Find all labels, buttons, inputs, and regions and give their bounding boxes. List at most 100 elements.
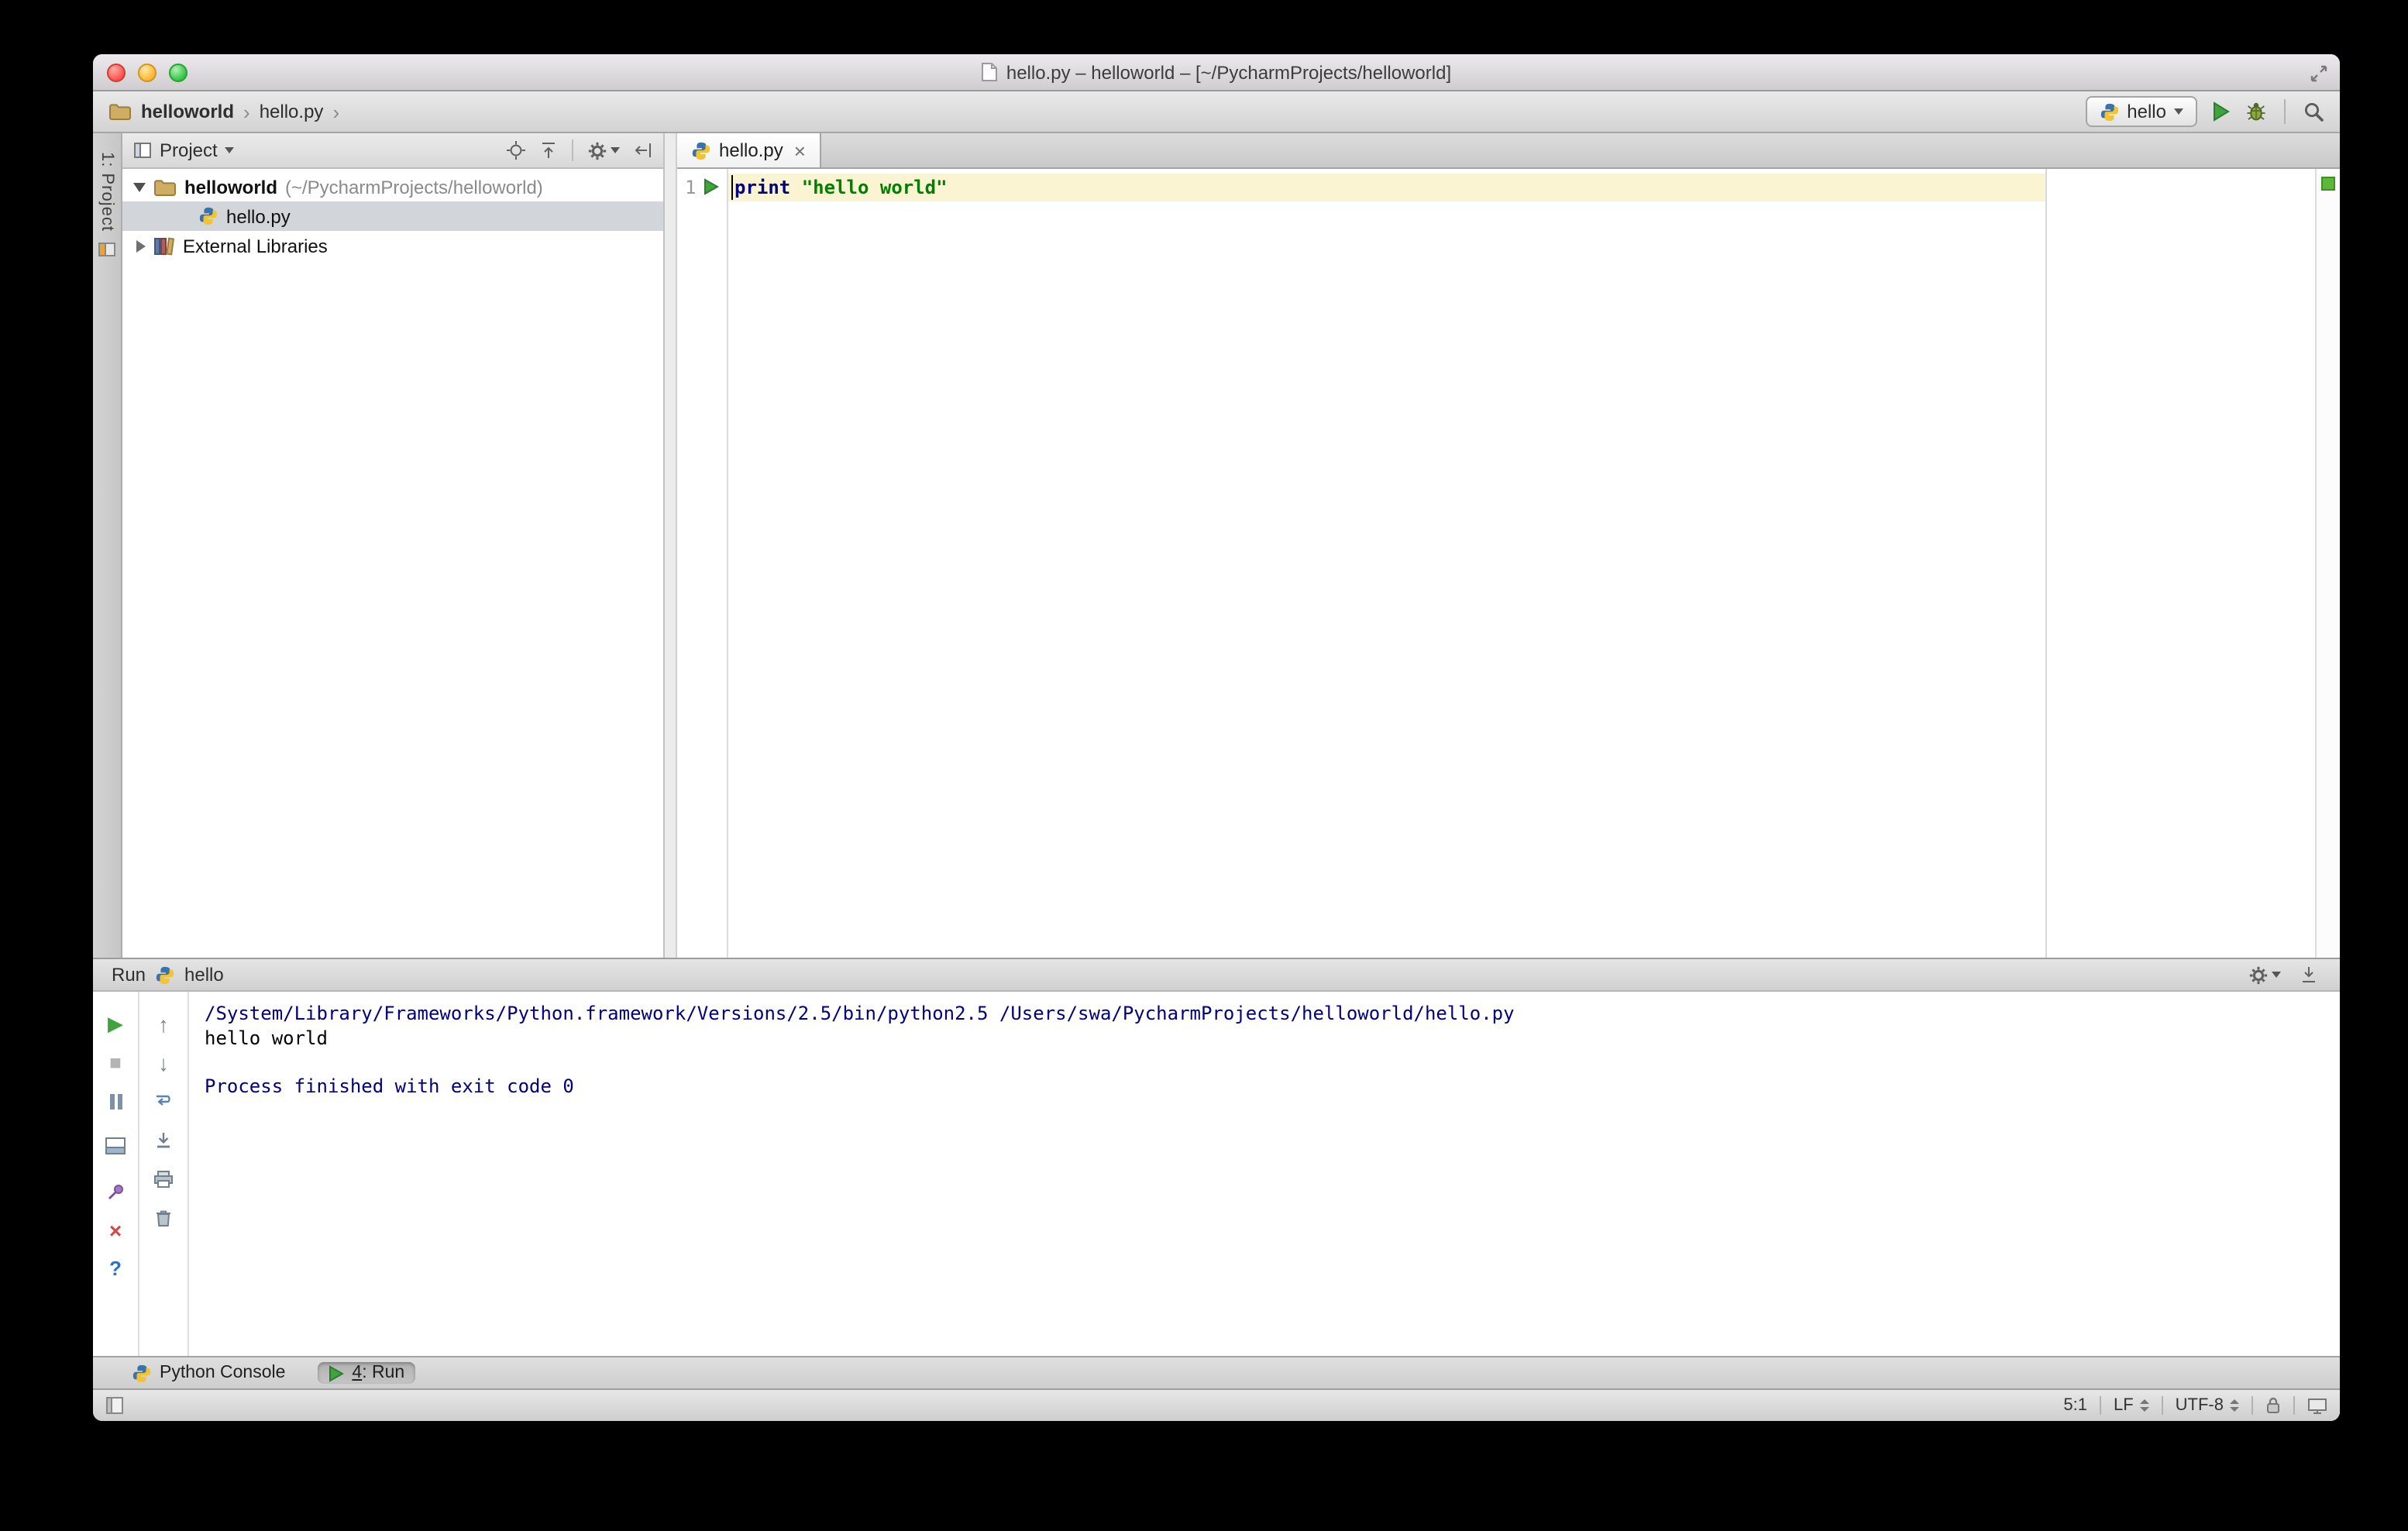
scroll-to-end-button[interactable] xyxy=(139,1120,187,1159)
status-bar-widgets: 5:1 LF UTF-8 xyxy=(2063,1396,2327,1415)
folder-icon xyxy=(108,102,132,121)
up-stack-trace-button[interactable]: ↑ xyxy=(139,1004,187,1043)
collapse-all-icon[interactable] xyxy=(539,141,558,160)
status-bar: 5:1 LF UTF-8 xyxy=(93,1388,2340,1421)
pause-icon xyxy=(109,1093,122,1109)
zoom-window-button[interactable] xyxy=(169,64,187,82)
tree-row-hello-py[interactable]: hello.py xyxy=(122,201,663,231)
python-icon xyxy=(156,965,174,984)
chevron-right-icon[interactable] xyxy=(136,239,146,252)
python-file-icon xyxy=(692,141,710,160)
breadcrumb-item-helloworld[interactable]: helloworld xyxy=(141,101,234,122)
editor-gutter: 1 xyxy=(677,169,728,958)
python-icon xyxy=(132,1364,151,1382)
rerun-button[interactable]: ▶ xyxy=(93,1004,138,1043)
soft-wrap-icon xyxy=(153,1092,174,1110)
run-tool-window-button[interactable]: 4: Run xyxy=(318,1362,416,1384)
toolwindow-toggle-icon[interactable] xyxy=(105,1396,124,1415)
console-line: Process finished with exit code 0 xyxy=(205,1075,574,1096)
inspection-ok-indicator[interactable] xyxy=(2321,177,2335,191)
caret-position-widget[interactable]: 5:1 xyxy=(2063,1396,2087,1415)
run-line-marker-icon[interactable] xyxy=(703,178,719,195)
tool-window-bar: Python Console 4: Run xyxy=(93,1356,2340,1388)
navigation-bar: helloworld › hello.py › hello xyxy=(93,91,2340,133)
lock-icon[interactable] xyxy=(2265,1396,2281,1415)
restore-layout-button[interactable] xyxy=(93,1127,138,1165)
inspection-marker-bar[interactable] xyxy=(2315,169,2340,958)
fullscreen-icon[interactable] xyxy=(2309,64,2329,84)
search-icon[interactable] xyxy=(2303,101,2324,122)
tool-window-button-project[interactable]: 1: Project xyxy=(98,152,116,232)
library-icon xyxy=(153,236,175,255)
main-area: 1: Project Project helloworld (~/Pycharm… xyxy=(93,133,2340,958)
tree-row-external-libraries[interactable]: External Libraries xyxy=(122,231,663,260)
stop-button[interactable]: ■ xyxy=(93,1043,138,1082)
help-button[interactable]: ? xyxy=(93,1249,138,1288)
pin-icon xyxy=(106,1182,125,1200)
text-cursor xyxy=(731,175,733,200)
run-config-name: hello xyxy=(184,964,224,986)
tree-item-label: hello.py xyxy=(226,205,291,227)
breadcrumb: helloworld › hello.py › xyxy=(108,101,339,122)
window-title: hello.py – helloworld – [~/PycharmProjec… xyxy=(982,61,1451,83)
hide-panel-icon[interactable] xyxy=(634,141,652,160)
traffic-lights xyxy=(107,64,187,82)
chevron-down-icon xyxy=(611,147,620,153)
run-panel-header: Run hello xyxy=(93,958,2340,992)
restore-layout-icon xyxy=(105,1137,126,1154)
breadcrumb-item-hello-py[interactable]: hello.py xyxy=(260,101,324,122)
line-number: 1 xyxy=(685,177,697,198)
hide-panel-icon[interactable] xyxy=(2300,965,2318,984)
project-panel: Project helloworld (~/PycharmProjects/he… xyxy=(122,133,665,958)
pin-tab-button[interactable] xyxy=(93,1171,138,1210)
debug-button[interactable] xyxy=(2245,101,2267,122)
tab-hello-py[interactable]: hello.py × xyxy=(677,133,821,167)
locate-file-icon[interactable] xyxy=(507,141,525,160)
window-title-text: hello.py – helloworld – [~/PycharmProjec… xyxy=(1006,61,1452,83)
console-line: /System/Library/Frameworks/Python.framew… xyxy=(205,1003,1515,1024)
print-button[interactable] xyxy=(139,1159,187,1198)
status-divider xyxy=(2293,1396,2295,1415)
python-console-button[interactable]: Python Console xyxy=(121,1361,296,1385)
python-file-icon xyxy=(199,207,218,225)
close-window-button[interactable] xyxy=(107,64,126,82)
project-view-icon xyxy=(133,141,152,160)
close-panel-button[interactable]: × xyxy=(93,1210,138,1249)
monitor-icon[interactable] xyxy=(2307,1397,2327,1414)
run-settings-menu[interactable] xyxy=(2248,965,2281,985)
encoding-widget[interactable]: UTF-8 xyxy=(2176,1396,2239,1415)
project-panel-toolbar xyxy=(507,139,652,161)
project-tree: helloworld (~/PycharmProjects/helloworld… xyxy=(122,169,663,958)
run-header-actions xyxy=(2248,965,2321,985)
run-toolbar-console: ↑ ↓ xyxy=(139,992,189,1356)
title-bar[interactable]: hello.py – helloworld – [~/PycharmProjec… xyxy=(93,54,2340,91)
chevron-down-icon xyxy=(2272,972,2281,978)
tab-label: hello.py xyxy=(719,139,783,161)
pycharm-window: hello.py – helloworld – [~/PycharmProjec… xyxy=(93,54,2340,1421)
close-tab-icon[interactable]: × xyxy=(794,140,806,160)
project-view-selector[interactable]: Project xyxy=(160,139,218,161)
tree-row-helloworld[interactable]: helloworld (~/PycharmProjects/helloworld… xyxy=(122,172,663,201)
printer-icon xyxy=(153,1169,174,1188)
document-icon xyxy=(982,62,999,82)
down-stack-trace-button[interactable]: ↓ xyxy=(139,1043,187,1082)
line-separator-widget[interactable]: LF xyxy=(2114,1396,2149,1415)
status-divider xyxy=(2251,1396,2253,1415)
toolbar-divider xyxy=(2284,99,2286,124)
soft-wrap-button[interactable] xyxy=(139,1082,187,1120)
status-divider xyxy=(2099,1396,2101,1415)
minimize-window-button[interactable] xyxy=(138,64,157,82)
chevron-down-icon[interactable] xyxy=(133,182,146,191)
clear-console-button[interactable] xyxy=(139,1198,187,1237)
panel-splitter[interactable] xyxy=(665,133,677,958)
code-editor[interactable]: print "hello world" xyxy=(728,169,2315,958)
pause-output-button[interactable] xyxy=(93,1082,138,1120)
scroll-to-end-icon xyxy=(155,1130,172,1149)
console-output[interactable]: /System/Library/Frameworks/Python.framew… xyxy=(189,992,2340,1356)
chevron-right-icon: › xyxy=(332,100,340,123)
run-configuration-select[interactable]: hello xyxy=(2085,96,2197,127)
settings-menu[interactable] xyxy=(587,140,620,160)
editor-area: hello.py × 1 print "hello world" xyxy=(677,133,2340,958)
run-button[interactable] xyxy=(2211,101,2231,122)
